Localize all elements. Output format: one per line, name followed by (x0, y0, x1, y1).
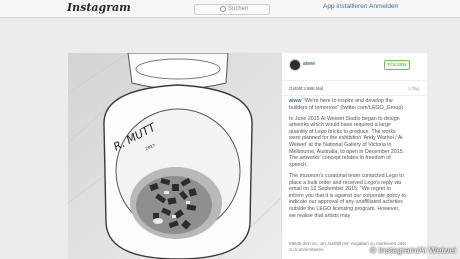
post-time: 1 Tag (408, 86, 419, 91)
login-link[interactable]: Anmelden (369, 3, 398, 10)
search-input[interactable]: Suchen (194, 4, 270, 15)
post-details-panel: aiww FOLGEN Gefällt 3.888 Mal 1 Tag aiww… (281, 53, 427, 259)
post-caption: aiww "We're here to inspire and develop … (289, 98, 407, 224)
post-photo: R. MUTT 2017 (68, 53, 286, 259)
caption-username[interactable]: aiww (289, 98, 302, 104)
caption-paragraph: The museum's curatorial team contacted L… (289, 172, 406, 219)
divider (282, 95, 427, 96)
search-placeholder: Suchen (228, 6, 249, 12)
post-username[interactable]: aiww (303, 61, 315, 67)
follow-button[interactable]: FOLGEN (384, 60, 410, 70)
avatar[interactable] (289, 59, 301, 71)
toilet-photo-illustration: R. MUTT 2017 (68, 53, 286, 259)
likes-count: Gefällt 3.888 Mal (289, 86, 324, 91)
photo-credit: © Instagram/Ai Weiwei (370, 245, 456, 255)
instagram-logo[interactable]: Instagram (67, 1, 131, 14)
divider (282, 80, 427, 81)
caption-paragraph: In June 2015 Ai Weiwei Studio began to d… (289, 115, 405, 168)
top-navigation-bar: Instagram Suchen App installieren Anmeld… (0, 0, 460, 18)
caption-paragraph: "We're here to inspire and develop the b… (289, 98, 404, 111)
search-icon (220, 6, 226, 12)
install-app-link[interactable]: App installieren (323, 3, 367, 10)
